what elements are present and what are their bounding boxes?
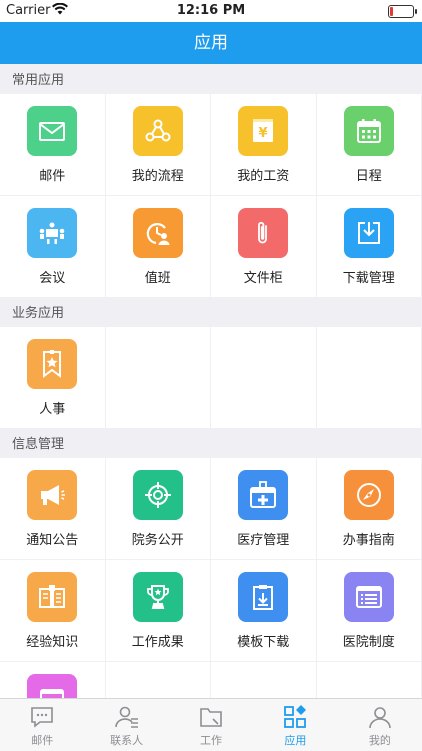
app-tile-my-salary[interactable]: ¥ 我的工资 bbox=[211, 94, 316, 195]
app-label: 医院制度 bbox=[342, 635, 395, 650]
app-tile-schedule[interactable]: 日程 bbox=[316, 94, 421, 195]
section-header-common: 常用应用 bbox=[12, 73, 65, 88]
tab-mail[interactable]: 邮件 bbox=[0, 699, 84, 751]
empty-tile bbox=[105, 662, 210, 698]
download-icon bbox=[343, 208, 394, 258]
book-icon bbox=[27, 572, 78, 622]
paperclip-icon bbox=[238, 208, 289, 258]
app-label: 模板下载 bbox=[237, 635, 290, 650]
tab-label: 联系人 bbox=[110, 734, 144, 747]
app-label: 下载管理 bbox=[342, 271, 395, 286]
rules-icon bbox=[343, 572, 394, 622]
app-label: 会议 bbox=[39, 271, 66, 286]
medical-kit-icon bbox=[238, 470, 289, 520]
apps-icon bbox=[284, 705, 307, 728]
app-label: 办事指南 bbox=[342, 533, 395, 548]
contacts-icon bbox=[114, 706, 138, 728]
app-tile-duty[interactable]: 值班 bbox=[105, 196, 210, 297]
tab-work[interactable]: 工作 bbox=[169, 699, 253, 751]
empty-tile bbox=[316, 662, 421, 698]
section-header-business: 业务应用 bbox=[12, 306, 65, 321]
app-tile-work-achievements[interactable]: 工作成果 bbox=[105, 560, 210, 661]
app-tile-experience-knowledge[interactable]: 经验知识 bbox=[0, 560, 105, 661]
app-label: 值班 bbox=[144, 271, 171, 286]
app-label: 我的工资 bbox=[237, 169, 290, 184]
template-download-icon bbox=[238, 572, 289, 622]
status-bar: Carrier 12:16 PM bbox=[0, 0, 422, 22]
app-label: 邮件 bbox=[39, 169, 66, 184]
tab-apps[interactable]: 应用 bbox=[253, 699, 337, 751]
tab-label: 工作 bbox=[200, 734, 223, 747]
app-grid-info: 通知公告 院务公开 医疗管理 办事指南 经验知识 工作成果 模板下载 医院制度 bbox=[0, 458, 422, 698]
app-label: 医疗管理 bbox=[237, 533, 290, 548]
tab-bar: 邮件 联系人 工作 应用 我的 bbox=[0, 698, 422, 751]
app-tile-medical-management[interactable]: 医疗管理 bbox=[211, 458, 316, 559]
app-tile-announcements[interactable]: 通知公告 bbox=[0, 458, 105, 559]
tab-contacts[interactable]: 联系人 bbox=[84, 699, 168, 751]
empty-tile bbox=[211, 327, 316, 428]
app-tile-service-guide[interactable]: 办事指南 bbox=[316, 458, 421, 559]
workflow-icon bbox=[132, 106, 183, 156]
clock: 12:16 PM bbox=[176, 3, 246, 18]
folder-icon bbox=[200, 708, 222, 727]
app-label: 经验知识 bbox=[26, 635, 79, 650]
megaphone-icon bbox=[27, 470, 78, 520]
tab-label: 应用 bbox=[284, 734, 307, 747]
app-tile-partial[interactable] bbox=[0, 662, 105, 698]
page-title: 应用 bbox=[194, 33, 228, 53]
tab-profile[interactable]: 我的 bbox=[338, 699, 422, 751]
app-tile-mail[interactable]: 邮件 bbox=[0, 94, 105, 195]
calendar-icon bbox=[343, 106, 394, 156]
chat-icon bbox=[31, 707, 54, 728]
app-list[interactable]: 常用应用 邮件 我的流程 ¥ 我的工资 日程 会议 值班 文件柜 下载管理 业务… bbox=[0, 64, 422, 698]
target-icon bbox=[132, 470, 183, 520]
empty-tile bbox=[316, 327, 421, 428]
app-tile-download-manager[interactable]: 下载管理 bbox=[316, 196, 421, 297]
section-header-info: 信息管理 bbox=[12, 437, 65, 452]
nav-bar: 应用 bbox=[0, 22, 422, 64]
app-label: 我的流程 bbox=[131, 169, 184, 184]
app-tile-meeting[interactable]: 会议 bbox=[0, 196, 105, 297]
app-label: 人事 bbox=[39, 402, 66, 417]
app-label: 日程 bbox=[355, 169, 382, 184]
app-label: 院务公开 bbox=[131, 533, 184, 548]
svg-text:¥: ¥ bbox=[259, 126, 268, 141]
profile-icon bbox=[369, 707, 391, 729]
app-label: 文件柜 bbox=[243, 271, 283, 286]
app-tile-personnel[interactable]: 人事 bbox=[0, 327, 105, 428]
mail-icon bbox=[27, 106, 78, 156]
compass-icon bbox=[343, 470, 394, 520]
app-tile-template-download[interactable]: 模板下载 bbox=[211, 560, 316, 661]
app-label: 通知公告 bbox=[26, 533, 79, 548]
app-tile-my-workflow[interactable]: 我的流程 bbox=[105, 94, 210, 195]
duty-icon bbox=[132, 208, 183, 258]
trophy-icon bbox=[132, 572, 183, 622]
app-icon bbox=[27, 674, 78, 698]
app-tile-file-cabinet[interactable]: 文件柜 bbox=[211, 196, 316, 297]
empty-tile bbox=[105, 327, 210, 428]
personnel-icon bbox=[27, 339, 78, 389]
app-tile-affairs-disclosure[interactable]: 院务公开 bbox=[105, 458, 210, 559]
tab-label: 邮件 bbox=[31, 734, 54, 747]
salary-icon: ¥ bbox=[238, 106, 289, 156]
meeting-icon bbox=[27, 208, 78, 258]
app-grid-business: 人事 bbox=[0, 327, 422, 428]
battery-icon bbox=[388, 5, 417, 18]
tab-label: 我的 bbox=[368, 734, 391, 747]
app-grid-common: 邮件 我的流程 ¥ 我的工资 日程 会议 值班 文件柜 下载管理 bbox=[0, 94, 422, 297]
app-tile-hospital-rules[interactable]: 医院制度 bbox=[316, 560, 421, 661]
app-label: 工作成果 bbox=[131, 635, 184, 650]
empty-tile bbox=[211, 662, 316, 698]
